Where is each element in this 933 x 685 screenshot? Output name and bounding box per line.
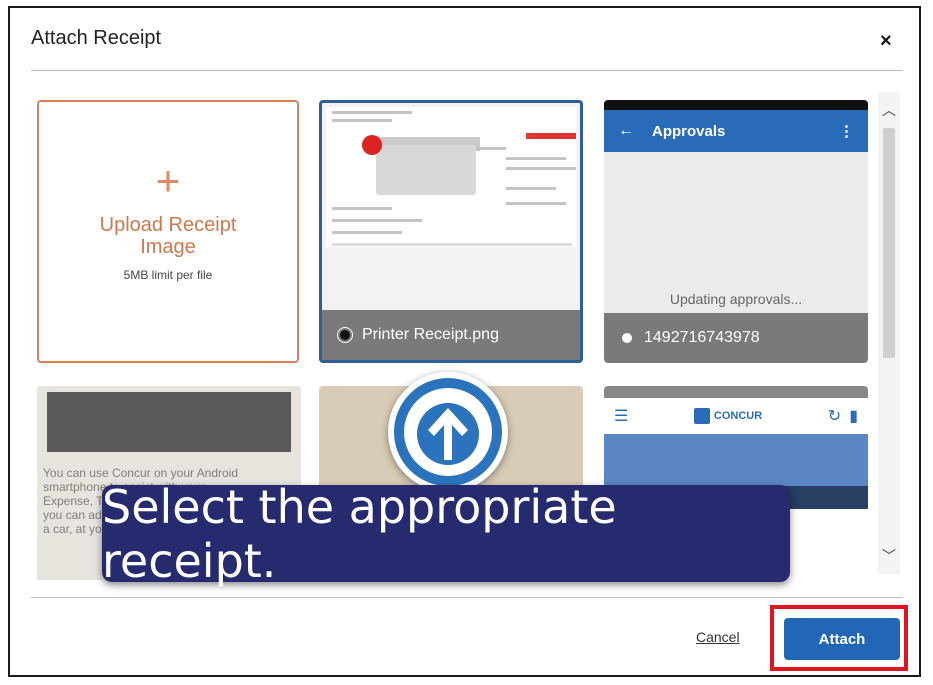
receipt-caption: Printer Receipt.png <box>322 310 580 360</box>
receipt-thumbnail <box>326 107 576 247</box>
scrollbar[interactable]: ︿ ﹀ <box>878 92 900 574</box>
radio-selected-icon <box>340 330 350 340</box>
cancel-button[interactable]: Cancel <box>696 629 740 645</box>
more-vertical-icon: ⋮ <box>839 123 854 140</box>
chat-icon: ▮ <box>849 408 858 425</box>
divider <box>31 597 903 598</box>
back-arrow-icon: ← <box>618 122 634 139</box>
dialog-title: Attach Receipt <box>31 27 162 49</box>
receipt-name: Printer Receipt.png <box>362 326 499 343</box>
chevron-up-icon[interactable]: ︿ <box>882 100 896 120</box>
concur-logo: CONCUR <box>693 408 762 424</box>
receipt-tile-printer[interactable]: Printer Receipt.png <box>319 100 583 363</box>
upload-limit: 5MB limit per file <box>123 268 213 282</box>
attach-button[interactable]: Attach <box>784 618 900 660</box>
phone-status-bar <box>604 100 868 110</box>
upload-label: Upload Receipt Image <box>99 214 237 258</box>
concur-app-bar: ☰ CONCUR ↻ ▮ <box>604 398 868 434</box>
updating-status: Updating approvals... <box>669 291 803 307</box>
receipt-caption: 1492716743978 <box>604 313 868 363</box>
approvals-title: Approvals <box>652 122 726 140</box>
receipt-tile-approvals[interactable]: ← Approvals ⋮ Updating approvals... 1492… <box>604 100 868 363</box>
radio-unselected-icon <box>622 333 632 343</box>
hamburger-menu-icon: ☰ <box>614 408 629 425</box>
approvals-app-bar: ← Approvals ⋮ <box>604 110 868 152</box>
scroll-thumb[interactable] <box>883 128 895 358</box>
arrow-up-icon <box>388 372 508 492</box>
phone-status-bar <box>604 386 868 398</box>
instruction-banner: Select the appropriate receipt. <box>102 480 790 588</box>
divider <box>31 70 903 71</box>
receipt-name: 1492716743978 <box>644 329 760 346</box>
plus-icon: + <box>155 157 181 204</box>
approvals-body: Updating approvals... <box>604 152 868 313</box>
chevron-down-icon[interactable]: ﹀ <box>882 546 896 566</box>
refresh-icon: ↻ <box>827 408 842 425</box>
close-icon[interactable]: × <box>880 30 892 53</box>
upload-receipt-tile[interactable]: + Upload Receipt Image 5MB limit per fil… <box>37 100 299 363</box>
